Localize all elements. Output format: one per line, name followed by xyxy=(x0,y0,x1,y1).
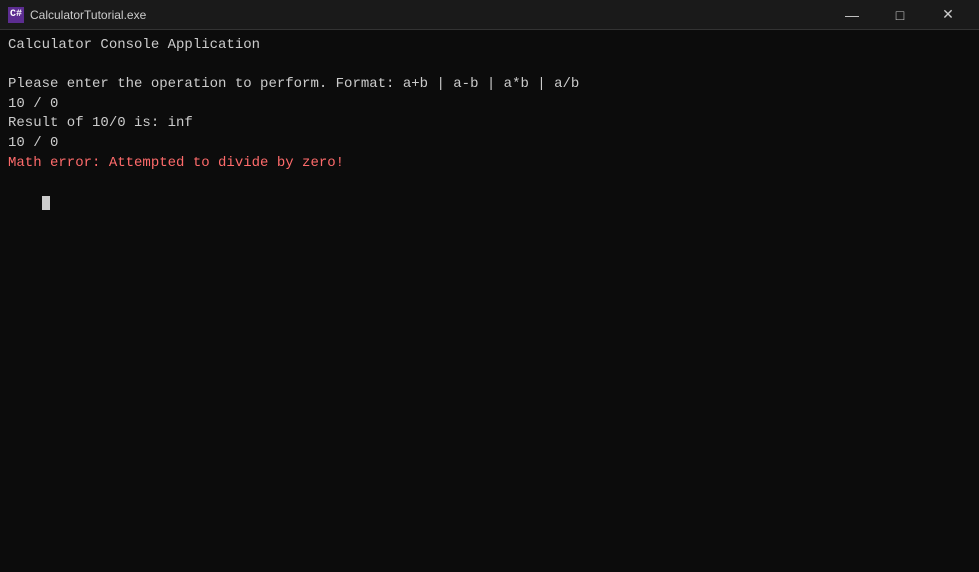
minimize-button[interactable]: — xyxy=(829,0,875,30)
console-line-blank xyxy=(8,56,971,76)
console-line-0: Calculator Console Application xyxy=(8,36,971,56)
title-bar-left: C# CalculatorTutorial.exe xyxy=(8,7,146,23)
title-bar-controls: — □ ✕ xyxy=(829,0,971,30)
window-title: CalculatorTutorial.exe xyxy=(30,8,146,22)
console-line-input2: 10 / 0 xyxy=(8,134,971,154)
console-line-prompt: Please enter the operation to perform. F… xyxy=(8,75,971,95)
close-button[interactable]: ✕ xyxy=(925,0,971,30)
console-line-input1: 10 / 0 xyxy=(8,95,971,115)
console-area: Calculator Console Application Please en… xyxy=(0,30,979,572)
console-line-result: Result of 10/0 is: inf xyxy=(8,114,971,134)
console-cursor-line xyxy=(8,173,971,232)
app-icon: C# xyxy=(8,7,24,23)
console-line-error: Math error: Attempted to divide by zero! xyxy=(8,154,971,174)
app-icon-text: C# xyxy=(10,9,22,20)
title-bar: C# CalculatorTutorial.exe — □ ✕ xyxy=(0,0,979,30)
cursor xyxy=(42,196,50,210)
maximize-button[interactable]: □ xyxy=(877,0,923,30)
